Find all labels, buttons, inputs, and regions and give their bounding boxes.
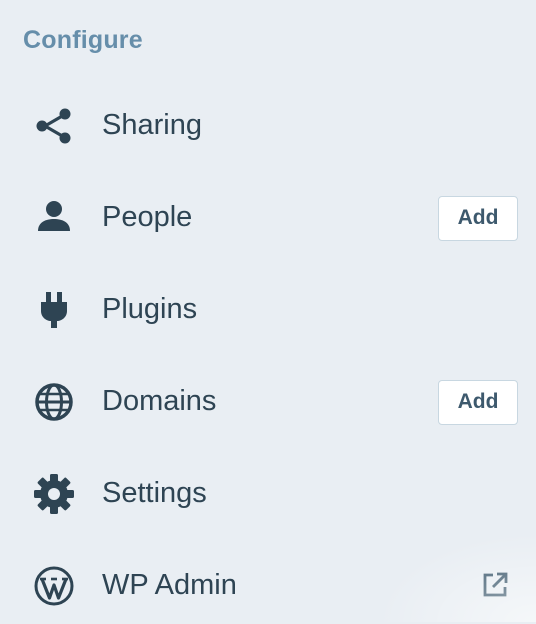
sidebar-item-domains[interactable]: Domains Add [0, 360, 536, 440]
add-people-button[interactable]: Add [438, 196, 518, 241]
sidebar-item-label: Settings [102, 477, 207, 509]
sidebar-item-label: People [102, 201, 193, 233]
plug-icon [32, 288, 76, 332]
sidebar-item-people[interactable]: People Add [0, 176, 536, 256]
external-link-icon[interactable] [480, 570, 510, 600]
globe-icon [32, 380, 76, 424]
sidebar-configure-section: Configure Sharing People Add Plugins Dom… [0, 0, 536, 622]
share-icon [32, 104, 76, 148]
sidebar-item-label: Plugins [102, 293, 198, 325]
section-title: Configure [23, 26, 143, 54]
add-domain-button[interactable]: Add [438, 380, 518, 425]
sidebar-item-label: Sharing [102, 109, 202, 141]
sidebar-item-sharing[interactable]: Sharing [0, 84, 536, 164]
sidebar-item-wp-admin[interactable]: WP Admin [0, 544, 536, 624]
sidebar-item-settings[interactable]: Settings [0, 452, 536, 532]
sidebar-item-label: WP Admin [102, 569, 237, 601]
gear-icon [32, 472, 76, 516]
sidebar-item-plugins[interactable]: Plugins [0, 268, 536, 348]
sidebar-item-label: Domains [102, 385, 217, 417]
wordpress-icon [32, 564, 76, 608]
person-icon [32, 196, 76, 240]
